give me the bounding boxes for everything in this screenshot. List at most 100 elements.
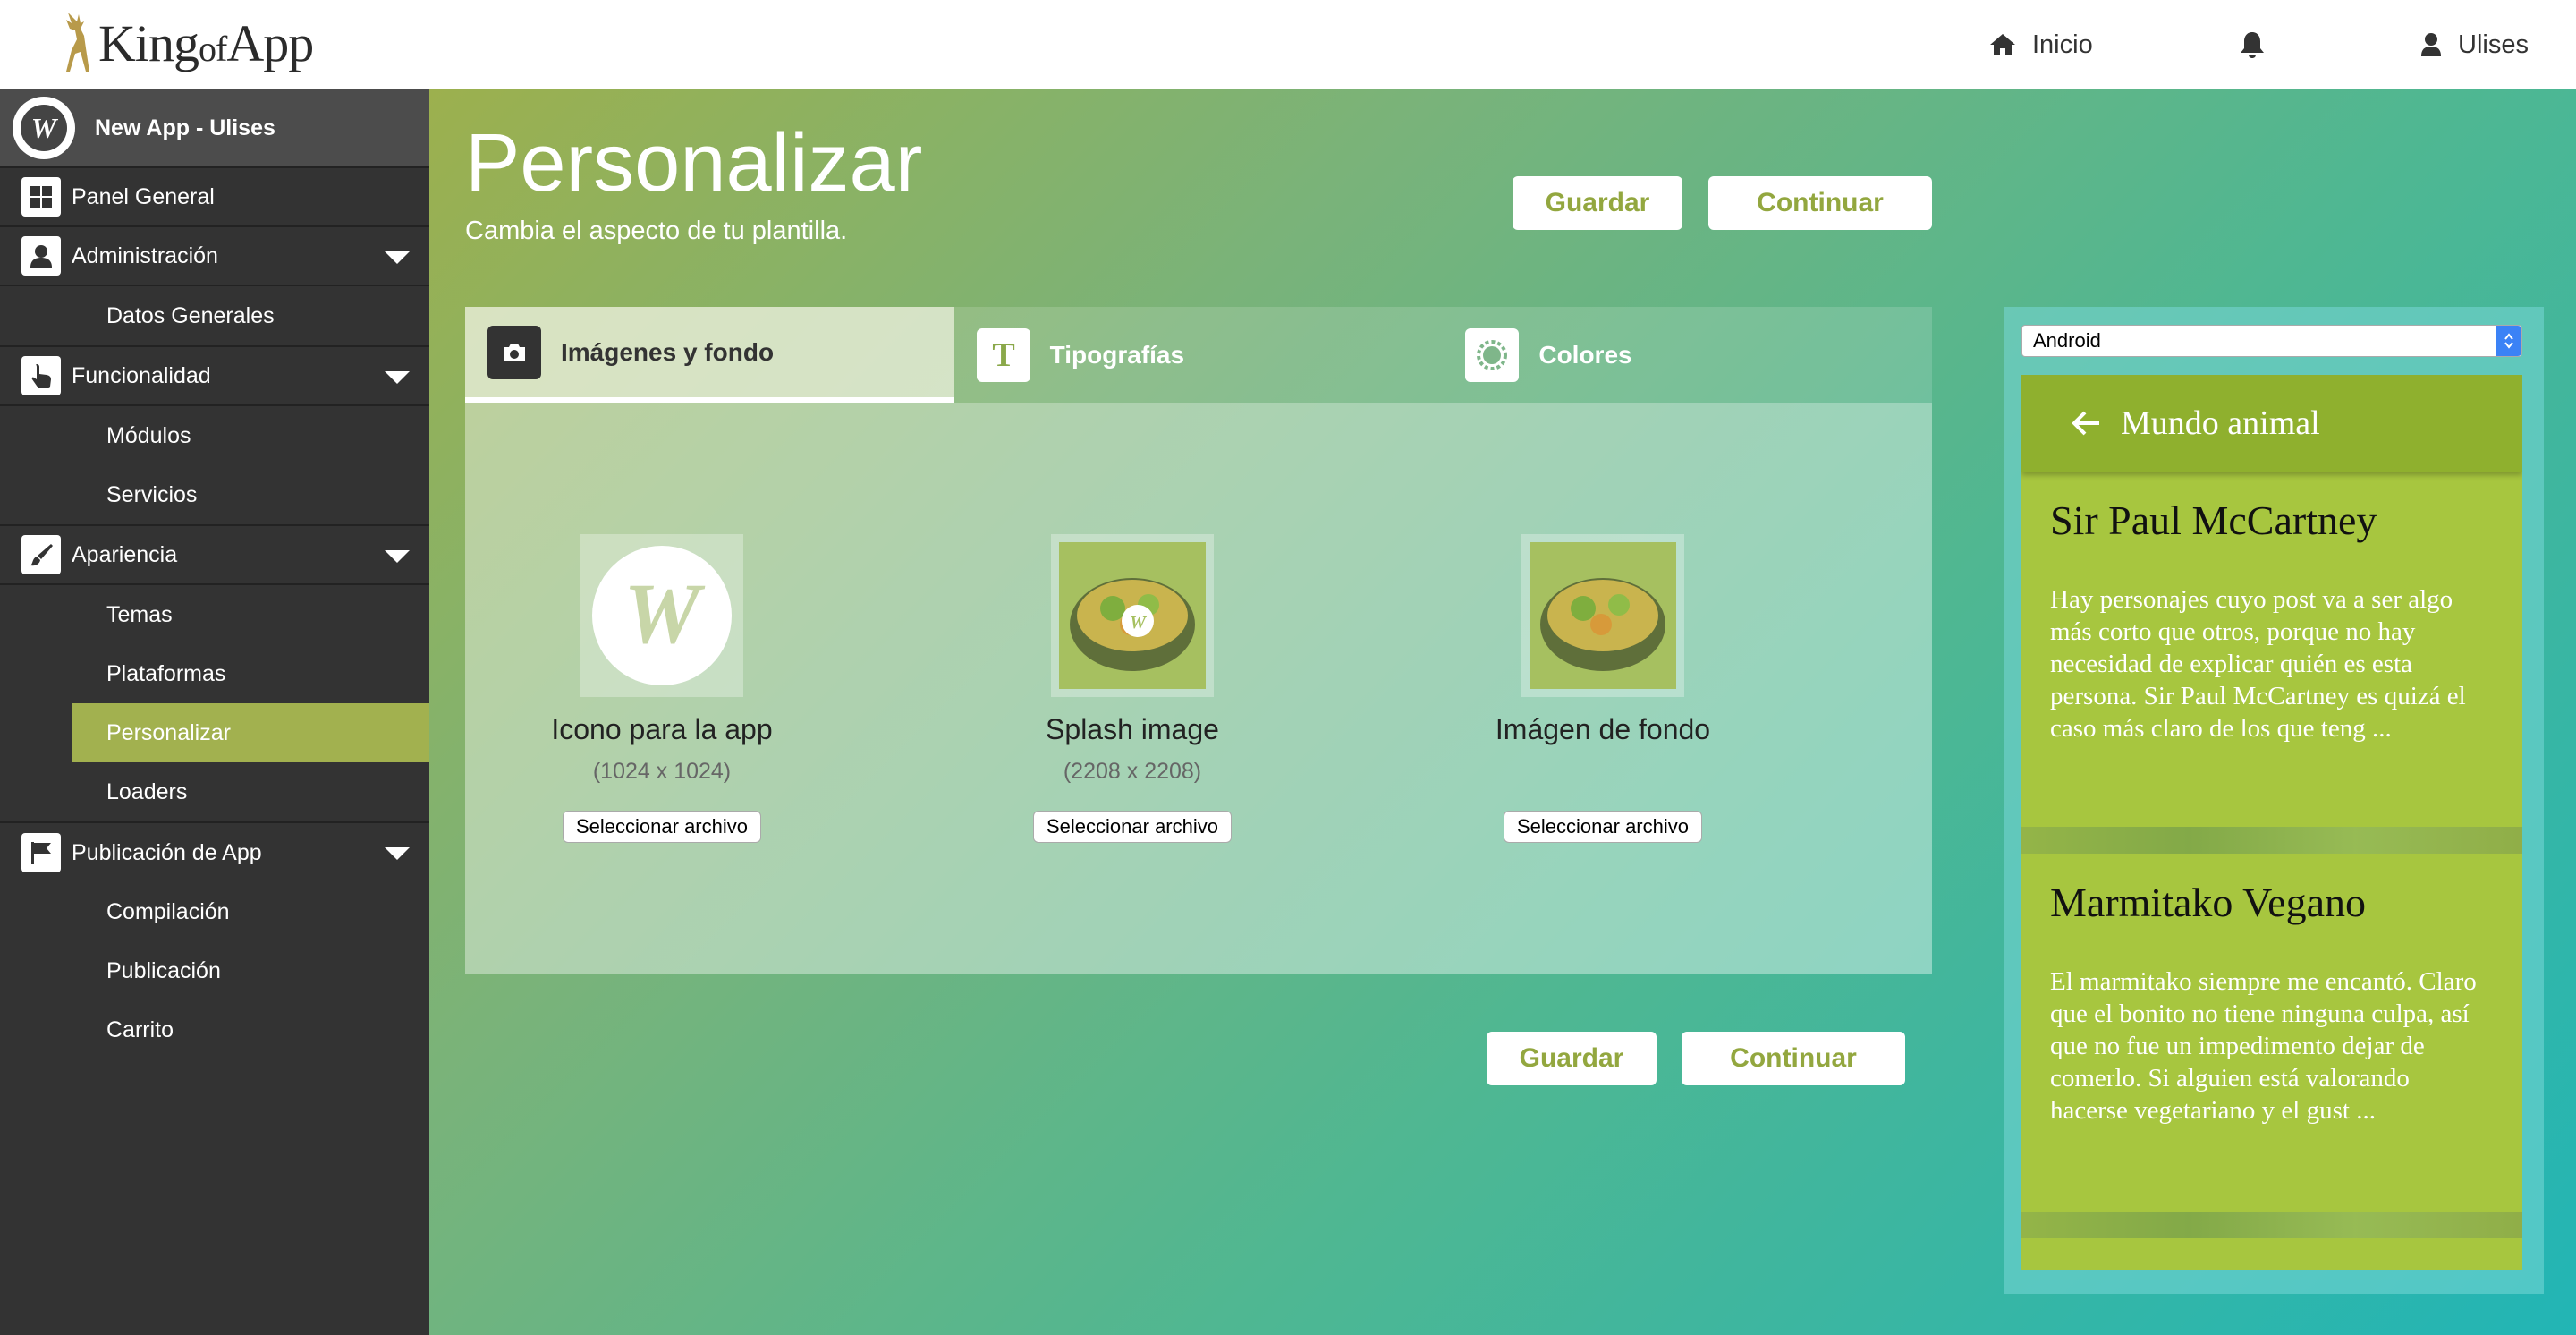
platform-value: Android xyxy=(2033,329,2101,352)
post-image-strip xyxy=(2021,1212,2522,1238)
upload-title: Icono para la app xyxy=(551,713,773,745)
sidebar-item-plataformas[interactable]: Plataformas xyxy=(0,644,429,703)
post-excerpt: Hay personajes cuyo post va a ser algo m… xyxy=(2050,585,2466,743)
caret-down-icon xyxy=(385,847,410,860)
back-arrow-icon[interactable] xyxy=(2071,410,2101,437)
sidebar-item-panel-general[interactable]: Panel General xyxy=(0,168,429,227)
flag-icon xyxy=(21,833,61,872)
w-logo-icon: W xyxy=(592,546,732,685)
logo-of: of xyxy=(199,28,227,69)
w-logo-icon: W xyxy=(21,105,67,151)
sidebar: W New App - Ulises Panel General Adminis… xyxy=(0,89,429,1335)
select-file-button[interactable]: Seleccionar archivo xyxy=(1504,811,1702,843)
continue-button-bottom[interactable]: Continuar xyxy=(1682,1032,1905,1085)
user-icon xyxy=(2421,33,2441,56)
preview-app-bar: Mundo animal xyxy=(2021,375,2522,472)
sidebar-item-compilacion[interactable]: Compilación xyxy=(0,882,429,941)
select-file-button[interactable]: Seleccionar archivo xyxy=(563,811,761,843)
caret-down-icon xyxy=(385,251,410,264)
main-content: Personalizar Cambia el aspecto de tu pla… xyxy=(429,89,2576,1335)
tab-label: Tipografías xyxy=(1049,340,1185,369)
preview-post-card[interactable]: Sir Paul McCartney Hay personajes cuyo p… xyxy=(2021,472,2522,827)
svg-text:T: T xyxy=(992,339,1014,371)
user-menu[interactable]: Ulises xyxy=(2420,0,2529,89)
upload-dimensions: (2208 x 2208) xyxy=(1063,759,1202,784)
app-icon-upload: W Icono para la app (1024 x 1024) Selecc… xyxy=(465,534,859,843)
sidebar-item-datos-generales[interactable]: Datos Generales xyxy=(0,286,429,345)
platform-select[interactable]: Android xyxy=(2021,325,2522,357)
upload-dimensions: (1024 x 1024) xyxy=(592,759,732,784)
typography-icon: T xyxy=(976,327,1030,382)
select-file-button[interactable]: Seleccionar archivo xyxy=(1033,811,1232,843)
nav-home-label: Inicio xyxy=(2032,30,2093,59)
tab-colors[interactable]: Colores xyxy=(1443,307,1932,403)
tab-bar: Imágenes y fondo T Tipografías Colores xyxy=(465,307,1932,403)
tab-images[interactable]: Imágenes y fondo xyxy=(465,307,954,403)
grid-icon xyxy=(21,177,61,217)
top-bar: KingofApp Inicio Ulises xyxy=(0,0,2576,89)
logo-app: App xyxy=(226,13,314,72)
sidebar-label: Funcionalidad xyxy=(72,362,211,388)
caret-down-icon xyxy=(385,371,410,384)
sidebar-item-apariencia[interactable]: Apariencia xyxy=(0,526,429,585)
upload-title: Imágen de fondo xyxy=(1495,713,1711,745)
sidebar-item-personalizar[interactable]: Personalizar xyxy=(72,703,429,762)
bell-icon xyxy=(2241,32,2264,58)
app-selector[interactable]: W New App - Ulises xyxy=(0,89,429,168)
svg-text:W: W xyxy=(623,565,705,661)
save-button-top[interactable]: Guardar xyxy=(1513,176,1682,230)
sidebar-item-publicacion-app[interactable]: Publicación de App xyxy=(0,823,429,882)
food-bowl-image: W xyxy=(1059,542,1206,689)
page-title: Personalizar xyxy=(465,117,923,208)
caret-down-icon xyxy=(385,550,410,563)
phone-preview: Mundo animal Sir Paul McCartney Hay pers… xyxy=(2021,375,2522,1270)
svg-text:W: W xyxy=(1130,613,1147,633)
nav-home-link[interactable]: Inicio xyxy=(1989,0,2093,89)
sidebar-item-publicacion[interactable]: Publicación xyxy=(0,941,429,1000)
sidebar-label: Publicación de App xyxy=(72,839,262,865)
sidebar-item-temas[interactable]: Temas xyxy=(0,585,429,644)
sidebar-item-loaders[interactable]: Loaders xyxy=(0,762,429,821)
preview-post-card[interactable]: Marmitako Vegano El marmitako siempre me… xyxy=(2021,854,2522,1212)
splash-thumbnail: W xyxy=(1051,534,1214,697)
post-image-strip xyxy=(2021,827,2522,854)
customize-editor: Imágenes y fondo T Tipografías Colores W xyxy=(465,307,1932,974)
sidebar-item-carrito[interactable]: Carrito xyxy=(0,1000,429,1059)
camera-icon xyxy=(487,325,541,379)
king-of-app-logo[interactable]: KingofApp xyxy=(59,7,314,79)
user-icon xyxy=(21,236,61,276)
deer-icon xyxy=(66,13,89,72)
app-name: New App - Ulises xyxy=(95,115,275,140)
app-avatar: W xyxy=(13,97,75,159)
notifications-button[interactable] xyxy=(2239,0,2282,89)
food-bowl-image xyxy=(1530,542,1676,689)
sidebar-item-funcionalidad[interactable]: Funcionalidad xyxy=(0,347,429,406)
sidebar-item-modulos[interactable]: Módulos xyxy=(0,406,429,465)
sidebar-item-servicios[interactable]: Servicios xyxy=(0,465,429,524)
page-subtitle: Cambia el aspecto de tu plantilla. xyxy=(465,217,848,245)
tab-label: Imágenes y fondo xyxy=(561,337,775,366)
tab-label: Colores xyxy=(1538,340,1632,369)
app-icon-thumbnail: W xyxy=(580,534,743,697)
user-name: Ulises xyxy=(2458,30,2529,59)
sidebar-label: Apariencia xyxy=(72,541,178,567)
save-button-bottom[interactable]: Guardar xyxy=(1487,1032,1657,1085)
tab-fonts[interactable]: T Tipografías xyxy=(954,307,1444,403)
sidebar-item-administracion[interactable]: Administración xyxy=(0,227,429,286)
logo-king: King xyxy=(98,13,199,72)
color-wheel-icon xyxy=(1465,327,1520,382)
upload-dimensions xyxy=(1406,759,1800,786)
background-image-upload: Imágen de fondo Seleccionar archivo xyxy=(1406,534,1800,843)
post-title: Marmitako Vegano xyxy=(2050,880,2367,925)
hand-pointer-icon xyxy=(21,356,61,395)
svg-text:W: W xyxy=(31,112,59,144)
sidebar-label: Panel General xyxy=(72,183,215,209)
images-panel: W Icono para la app (1024 x 1024) Selecc… xyxy=(465,403,1932,974)
continue-button-top[interactable]: Continuar xyxy=(1708,176,1932,230)
app-preview: Android Mundo animal Sir Paul McCartney … xyxy=(2004,307,2544,1294)
preview-app-title: Mundo animal xyxy=(2121,404,2320,442)
splash-image-upload: W Splash image (2208 x 2208) Seleccionar… xyxy=(936,534,1329,843)
post-title: Sir Paul McCartney xyxy=(2050,497,2377,543)
brush-icon xyxy=(21,535,61,574)
background-thumbnail xyxy=(1521,534,1684,697)
